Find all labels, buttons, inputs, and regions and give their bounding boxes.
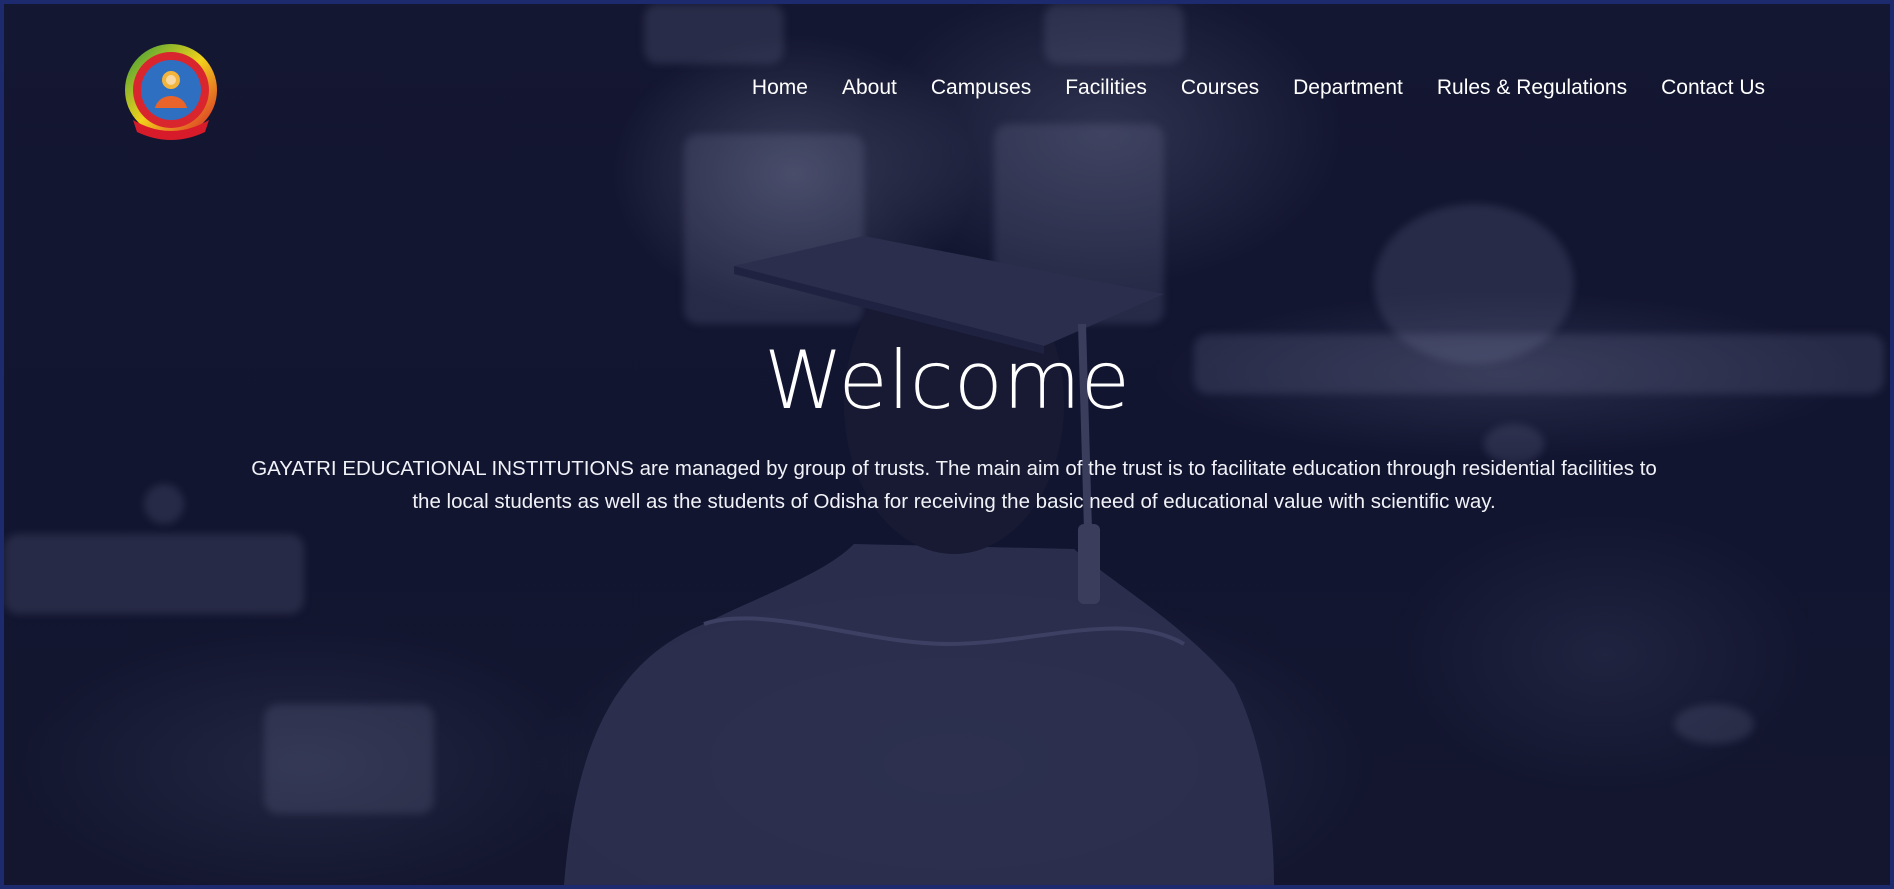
hero-title: Welcome	[764, 334, 1130, 427]
nav-item-rules-regulations[interactable]: Rules & Regulations	[1437, 76, 1627, 100]
main-nav: Home About Campuses Facilities Courses D…	[752, 76, 1765, 100]
nav-item-campuses[interactable]: Campuses	[931, 76, 1031, 100]
nav-item-facilities[interactable]: Facilities	[1065, 76, 1147, 100]
nav-item-about[interactable]: About	[842, 76, 897, 100]
hero-section: Home About Campuses Facilities Courses D…	[4, 4, 1890, 885]
nav-item-courses[interactable]: Courses	[1181, 76, 1259, 100]
nav-item-contact-us[interactable]: Contact Us	[1661, 76, 1765, 100]
nav-item-home[interactable]: Home	[752, 76, 808, 100]
nav-item-department[interactable]: Department	[1293, 76, 1403, 100]
gayatri-logo-icon[interactable]	[119, 42, 223, 146]
hero-description: GAYATRI EDUCATIONAL INSTITUTIONS are man…	[251, 457, 1657, 513]
